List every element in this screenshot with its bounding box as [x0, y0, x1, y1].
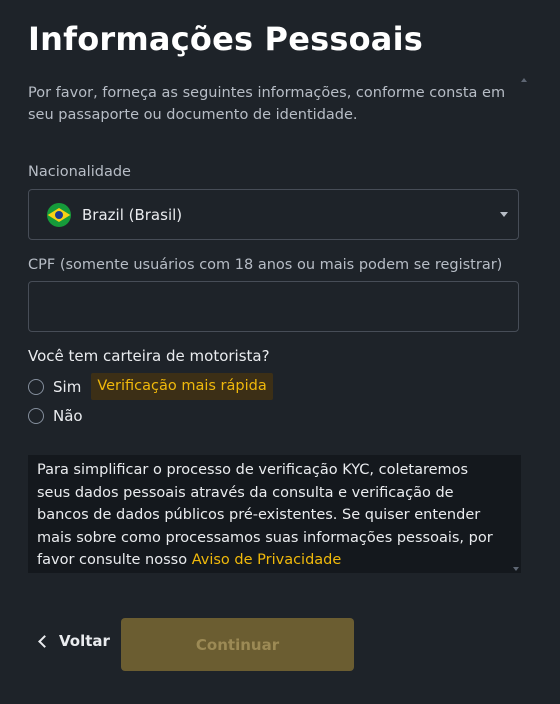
radio-button-nao[interactable]	[28, 408, 44, 424]
chevron-left-icon	[38, 634, 51, 648]
radio-option-nao[interactable]: Não	[28, 407, 83, 425]
radio-label-sim: Sim	[53, 377, 82, 396]
scroll-down-arrow-icon[interactable]	[513, 567, 519, 571]
brazil-flag-icon	[47, 202, 71, 227]
nationality-select[interactable]: Brazil (Brasil)	[28, 189, 519, 240]
privacy-notice-link[interactable]: Aviso de Privacidade	[192, 552, 342, 568]
radio-button-sim[interactable]	[28, 378, 44, 395]
back-button[interactable]: Voltar	[38, 632, 110, 650]
page-title: Informações Pessoais	[28, 20, 423, 58]
cpf-label: CPF (somente usuários com 18 anos ou mai…	[28, 257, 503, 273]
license-question: Você tem carteira de motorista?	[28, 347, 270, 365]
cpf-input[interactable]	[28, 281, 519, 332]
back-button-label: Voltar	[59, 632, 110, 650]
scroll-up-arrow-icon[interactable]	[521, 78, 527, 82]
nationality-value: Brazil (Brasil)	[82, 205, 183, 224]
radio-option-sim[interactable]: Sim Verificação mais rápida	[28, 373, 273, 400]
nationality-label: Nacionalidade	[28, 164, 131, 180]
chevron-down-icon	[500, 212, 508, 217]
continue-button[interactable]: Continuar	[121, 618, 354, 671]
page-subtitle: Por favor, forneça as seguintes informaç…	[28, 85, 506, 123]
privacy-notice-box: Para simplificar o processo de verificaç…	[28, 455, 521, 573]
faster-verification-badge: Verificação mais rápida	[91, 373, 273, 400]
radio-label-nao: Não	[53, 407, 83, 425]
